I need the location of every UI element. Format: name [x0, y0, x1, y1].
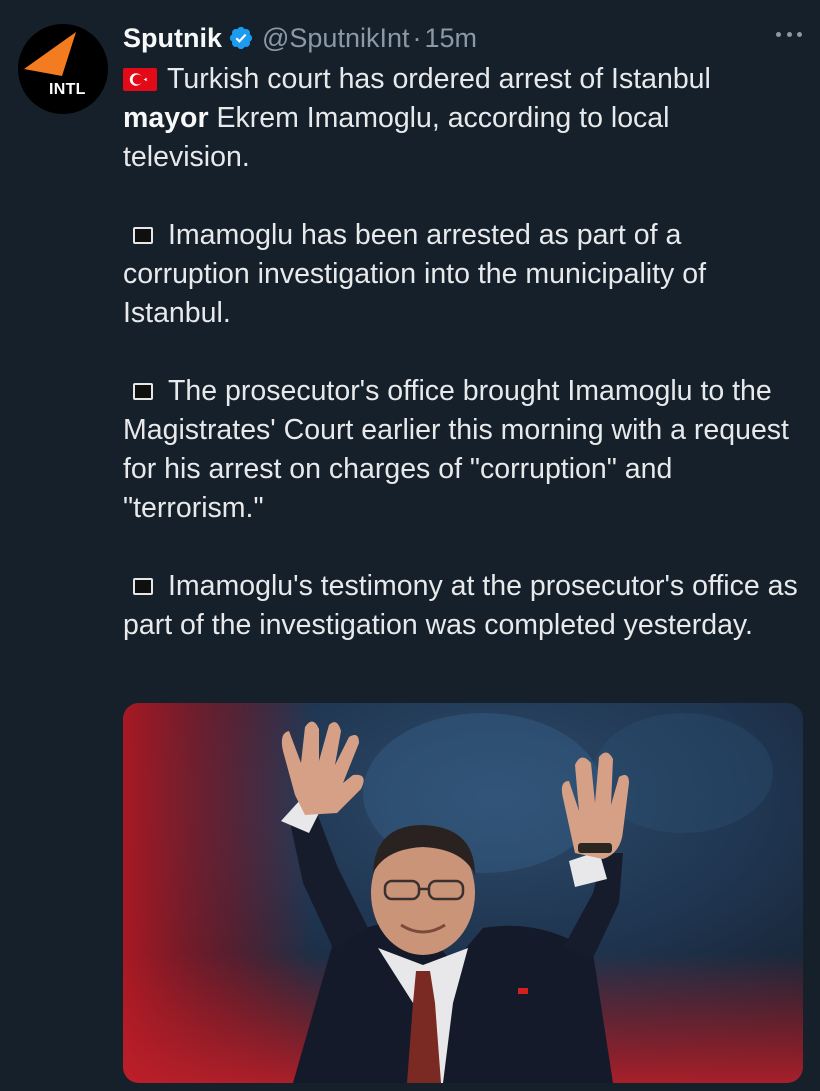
- separator-dot: ·: [412, 22, 422, 53]
- sputnik-logo-icon: [18, 24, 108, 114]
- black-square-bullet-icon: [133, 383, 153, 400]
- display-name[interactable]: Sputnik: [123, 23, 222, 54]
- more-options-icon[interactable]: [776, 24, 802, 44]
- black-square-bullet-icon: [133, 227, 153, 244]
- tweet-photo[interactable]: [123, 703, 803, 1083]
- paragraph-1: Turkish court has ordered arrest of Ista…: [123, 60, 803, 177]
- handle[interactable]: @SputnikInt: [262, 23, 410, 54]
- paragraph-1-text: Turkish court has ordered arrest of Ista…: [167, 63, 711, 95]
- photo-man-waving: [123, 703, 803, 1083]
- tweet-card[interactable]: INTL Sputnik @SputnikInt · 15m Turkish c…: [0, 0, 820, 1091]
- paragraph-2: Imamoglu has been arrested as part of a …: [123, 216, 803, 333]
- bold-word: mayor: [123, 102, 209, 134]
- avatar[interactable]: INTL: [18, 24, 108, 114]
- paragraph-4: Imamoglu's testimony at the prosecutor's…: [123, 567, 803, 645]
- paragraph-4-text: Imamoglu's testimony at the prosecutor's…: [123, 570, 798, 641]
- tweet-text: Turkish court has ordered arrest of Ista…: [123, 60, 803, 645]
- paragraph-3: The prosecutor's office brought Imamoglu…: [123, 372, 803, 528]
- paragraph-3-text: The prosecutor's office brought Imamoglu…: [123, 375, 789, 524]
- turkey-flag-icon: [123, 68, 157, 91]
- timestamp[interactable]: 15m: [425, 23, 478, 54]
- paragraph-2-text: Imamoglu has been arrested as part of a …: [123, 219, 706, 329]
- avatar-label: INTL: [49, 81, 86, 98]
- verified-badge-icon[interactable]: [228, 25, 254, 51]
- tweet-header: Sputnik @SputnikInt · 15m: [123, 18, 477, 58]
- black-square-bullet-icon: [133, 578, 153, 595]
